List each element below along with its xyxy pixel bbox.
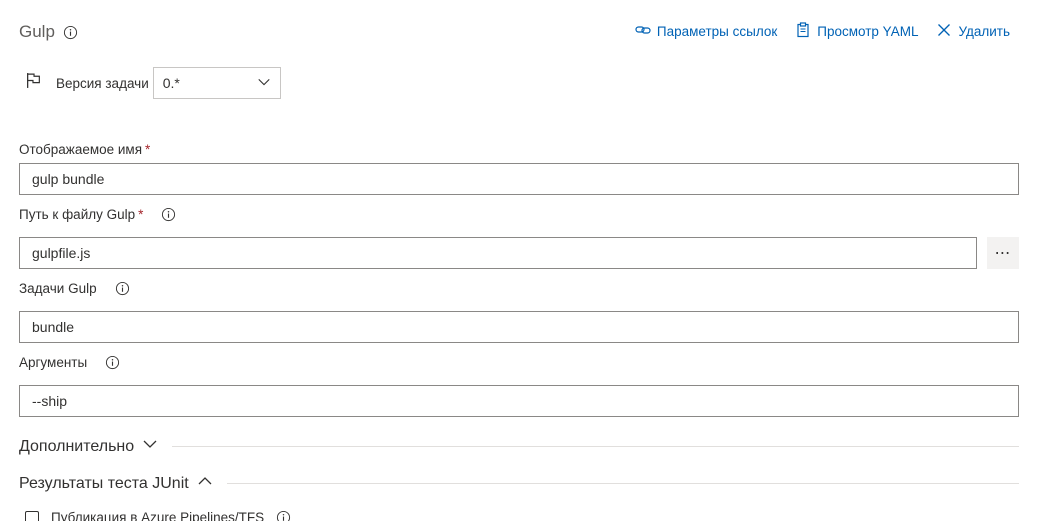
info-icon[interactable] [161,207,176,222]
task-version-value: 0.* [162,75,180,91]
browse-button[interactable]: ⋯ [987,237,1019,269]
required-marker: * [145,142,151,157]
arguments-value: --ship [32,393,68,409]
gulp-tasks-label-text: Задачи Gulp [19,281,97,296]
view-yaml-button[interactable]: Просмотр YAML [795,22,918,41]
link-icon [635,22,651,41]
gulp-file-label: Путь к файлу Gulp * [19,207,176,222]
view-yaml-label: Просмотр YAML [817,24,919,39]
display-name-value: gulp bundle [32,171,105,187]
display-name-label-text: Отображаемое имя [19,142,143,157]
section-divider [226,483,1019,484]
task-title: Gulp [19,22,78,42]
gulp-tasks-value: bundle [32,319,75,335]
info-icon[interactable] [276,510,291,521]
arguments-label: Аргументы [19,355,120,370]
clipboard-icon [795,22,811,41]
publish-results-checkbox[interactable] [25,510,39,521]
advanced-section-header[interactable]: Дополнительно [19,436,1019,457]
arguments-input[interactable]: --ship [19,385,1019,417]
info-icon[interactable] [105,355,120,370]
task-title-text: Gulp [19,22,55,41]
chevron-up-icon [189,473,213,494]
delete-label: Удалить [958,24,1010,39]
close-icon [936,22,952,41]
info-icon[interactable] [63,25,78,40]
info-icon[interactable] [115,281,130,296]
gulp-file-input[interactable]: gulpfile.js [19,237,977,269]
link-settings-button[interactable]: Параметры ссылок [635,22,777,41]
task-version-label: Версия задачи [56,75,149,91]
chevron-down-icon [134,436,158,457]
arguments-label-text: Аргументы [19,355,88,370]
advanced-section-title: Дополнительно [19,437,135,455]
gulp-tasks-input[interactable]: bundle [19,311,1019,343]
link-settings-label: Параметры ссылок [656,24,778,39]
junit-section-title: Результаты теста JUnit [19,474,189,492]
delete-button[interactable]: Удалить [936,22,1010,41]
gulp-tasks-label: Задачи Gulp [19,281,130,296]
section-divider [172,446,1019,447]
required-marker: * [138,207,144,222]
gulp-file-value: gulpfile.js [32,245,91,261]
publish-results-row: Публикация в Azure Pipelines/TFS [25,510,291,521]
task-version-row: Версия задачи 0.* [25,67,281,99]
top-actions: Параметры ссылок Просмотр YAML Удалить [635,22,1010,41]
junit-section-header[interactable]: Результаты теста JUnit [19,473,1019,494]
task-version-select[interactable]: 0.* [152,67,281,99]
publish-results-label: Публикация в Azure Pipelines/TFS [51,510,265,521]
display-name-input[interactable]: gulp bundle [19,163,1019,195]
gulp-file-label-text: Путь к файлу Gulp [19,207,136,222]
flag-icon [25,72,42,94]
chevron-down-icon [257,75,271,92]
display-name-label: Отображаемое имя * [19,142,150,157]
